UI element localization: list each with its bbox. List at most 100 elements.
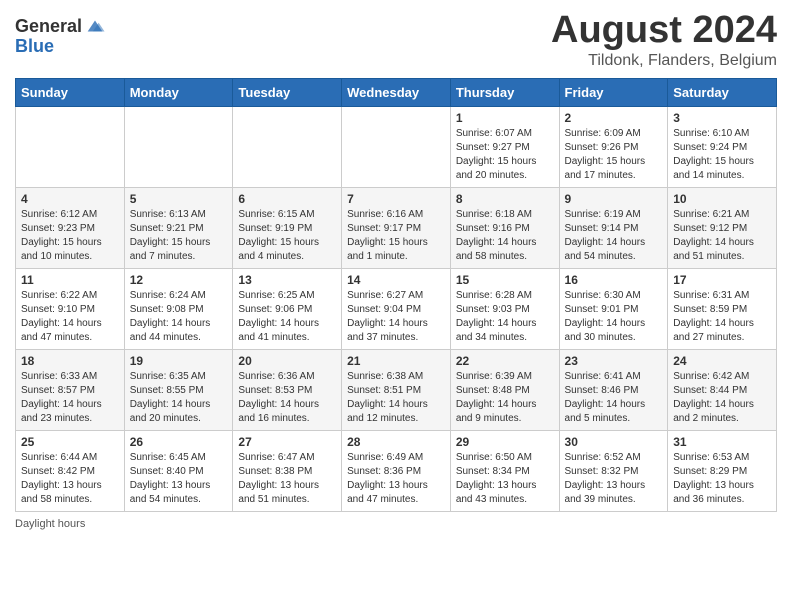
weekday-header-thursday: Thursday xyxy=(450,78,559,106)
day-info: Sunrise: 6:38 AM Sunset: 8:51 PM Dayligh… xyxy=(347,370,445,426)
weekday-header-saturday: Saturday xyxy=(668,78,777,106)
day-number: 22 xyxy=(456,354,554,368)
footer-note: Daylight hours xyxy=(15,518,777,530)
day-info: Sunrise: 6:50 AM Sunset: 8:34 PM Dayligh… xyxy=(456,451,554,507)
day-number: 25 xyxy=(21,435,119,449)
calendar-cell: 8 Sunrise: 6:18 AM Sunset: 9:16 PM Daylig… xyxy=(450,187,559,268)
weekday-header-sunday: Sunday xyxy=(16,78,125,106)
day-number: 19 xyxy=(130,354,228,368)
day-info: Sunrise: 6:24 AM Sunset: 9:08 PM Dayligh… xyxy=(130,289,228,345)
week-row-3: 11 Sunrise: 6:22 AM Sunset: 9:10 PM Dayli… xyxy=(16,268,777,349)
day-number: 17 xyxy=(673,273,771,287)
calendar-cell: 31Sunrise: 6:53 AM Sunset: 8:29 PM Dayli… xyxy=(668,430,777,511)
week-row-4: 18 Sunrise: 6:33 AM Sunset: 8:57 PM Dayli… xyxy=(16,349,777,430)
title-section: August 2024 Tildonk, Flanders, Belgium xyxy=(551,10,777,70)
week-row-2: 4 Sunrise: 6:12 AM Sunset: 9:23 PM Daylig… xyxy=(16,187,777,268)
calendar-cell: 13 Sunrise: 6:25 AM Sunset: 9:06 PM Dayli… xyxy=(233,268,342,349)
day-number: 13 xyxy=(238,273,336,287)
calendar-cell: 2Sunrise: 6:09 AM Sunset: 9:26 PM Daylig… xyxy=(559,106,668,187)
calendar-cell: 22 Sunrise: 6:39 AM Sunset: 8:48 PM Dayli… xyxy=(450,349,559,430)
calendar-cell: 17 Sunrise: 6:31 AM Sunset: 8:59 PM Dayli… xyxy=(668,268,777,349)
day-number: 8 xyxy=(456,192,554,206)
calendar-cell: 7Sunrise: 6:16 AM Sunset: 9:17 PM Daylig… xyxy=(342,187,451,268)
day-info: Sunrise: 6:15 AM Sunset: 9:19 PM Dayligh… xyxy=(238,208,336,264)
day-info: Sunrise: 6:39 AM Sunset: 8:48 PM Dayligh… xyxy=(456,370,554,426)
day-info: Sunrise: 6:44 AM Sunset: 8:42 PM Dayligh… xyxy=(21,451,119,507)
logo: General Blue xyxy=(15,15,106,57)
logo-blue: Blue xyxy=(15,36,54,56)
day-number: 21 xyxy=(347,354,445,368)
day-number: 18 xyxy=(21,354,119,368)
day-info: Sunrise: 6:10 AM Sunset: 9:24 PM Dayligh… xyxy=(673,127,771,183)
day-number: 30 xyxy=(565,435,663,449)
main-title: August 2024 xyxy=(551,10,777,52)
calendar-cell: 20Sunrise: 6:36 AM Sunset: 8:53 PM Dayli… xyxy=(233,349,342,430)
day-info: Sunrise: 6:30 AM Sunset: 9:01 PM Dayligh… xyxy=(565,289,663,345)
calendar-cell: 4 Sunrise: 6:12 AM Sunset: 9:23 PM Daylig… xyxy=(16,187,125,268)
day-info: Sunrise: 6:53 AM Sunset: 8:29 PM Dayligh… xyxy=(673,451,771,507)
calendar-cell: 29 Sunrise: 6:50 AM Sunset: 8:34 PM Dayli… xyxy=(450,430,559,511)
day-info: Sunrise: 6:25 AM Sunset: 9:06 PM Dayligh… xyxy=(238,289,336,345)
calendar-cell: 21 Sunrise: 6:38 AM Sunset: 8:51 PM Dayli… xyxy=(342,349,451,430)
day-number: 23 xyxy=(565,354,663,368)
calendar-cell: 26Sunrise: 6:45 AM Sunset: 8:40 PM Dayli… xyxy=(124,430,233,511)
week-row-5: 25 Sunrise: 6:44 AM Sunset: 8:42 PM Dayli… xyxy=(16,430,777,511)
day-number: 24 xyxy=(673,354,771,368)
day-info: Sunrise: 6:47 AM Sunset: 8:38 PM Dayligh… xyxy=(238,451,336,507)
day-info: Sunrise: 6:07 AM Sunset: 9:27 PM Dayligh… xyxy=(456,127,554,183)
calendar-cell: 9Sunrise: 6:19 AM Sunset: 9:14 PM Daylig… xyxy=(559,187,668,268)
calendar-cell: 28 Sunrise: 6:49 AM Sunset: 8:36 PM Dayli… xyxy=(342,430,451,511)
calendar-cell: 3Sunrise: 6:10 AM Sunset: 9:24 PM Daylig… xyxy=(668,106,777,187)
weekday-header-row: SundayMondayTuesdayWednesdayThursdayFrid… xyxy=(16,78,777,106)
day-number: 28 xyxy=(347,435,445,449)
day-info: Sunrise: 6:31 AM Sunset: 8:59 PM Dayligh… xyxy=(673,289,771,345)
day-number: 4 xyxy=(21,192,119,206)
day-info: Sunrise: 6:16 AM Sunset: 9:17 PM Dayligh… xyxy=(347,208,445,264)
day-info: Sunrise: 6:09 AM Sunset: 9:26 PM Dayligh… xyxy=(565,127,663,183)
day-number: 16 xyxy=(565,273,663,287)
calendar-cell: 15Sunrise: 6:28 AM Sunset: 9:03 PM Dayli… xyxy=(450,268,559,349)
weekday-header-friday: Friday xyxy=(559,78,668,106)
day-info: Sunrise: 6:13 AM Sunset: 9:21 PM Dayligh… xyxy=(130,208,228,264)
week-row-1: 1Sunrise: 6:07 AM Sunset: 9:27 PM Daylig… xyxy=(16,106,777,187)
day-info: Sunrise: 6:49 AM Sunset: 8:36 PM Dayligh… xyxy=(347,451,445,507)
day-number: 20 xyxy=(238,354,336,368)
day-info: Sunrise: 6:19 AM Sunset: 9:14 PM Dayligh… xyxy=(565,208,663,264)
calendar-cell: 12Sunrise: 6:24 AM Sunset: 9:08 PM Dayli… xyxy=(124,268,233,349)
calendar-cell: 30 Sunrise: 6:52 AM Sunset: 8:32 PM Dayli… xyxy=(559,430,668,511)
day-info: Sunrise: 6:52 AM Sunset: 8:32 PM Dayligh… xyxy=(565,451,663,507)
day-number: 27 xyxy=(238,435,336,449)
calendar-table: SundayMondayTuesdayWednesdayThursdayFrid… xyxy=(15,78,777,512)
day-number: 6 xyxy=(238,192,336,206)
calendar-cell: 14 Sunrise: 6:27 AM Sunset: 9:04 PM Dayli… xyxy=(342,268,451,349)
day-info: Sunrise: 6:28 AM Sunset: 9:03 PM Dayligh… xyxy=(456,289,554,345)
calendar-cell xyxy=(16,106,125,187)
calendar-cell: 24Sunrise: 6:42 AM Sunset: 8:44 PM Dayli… xyxy=(668,349,777,430)
calendar-cell: 16 Sunrise: 6:30 AM Sunset: 9:01 PM Dayli… xyxy=(559,268,668,349)
day-info: Sunrise: 6:33 AM Sunset: 8:57 PM Dayligh… xyxy=(21,370,119,426)
day-number: 29 xyxy=(456,435,554,449)
day-info: Sunrise: 6:12 AM Sunset: 9:23 PM Dayligh… xyxy=(21,208,119,264)
weekday-header-monday: Monday xyxy=(124,78,233,106)
day-info: Sunrise: 6:18 AM Sunset: 9:16 PM Dayligh… xyxy=(456,208,554,264)
calendar-cell: 5 Sunrise: 6:13 AM Sunset: 9:21 PM Daylig… xyxy=(124,187,233,268)
calendar-cell: 10 Sunrise: 6:21 AM Sunset: 9:12 PM Dayli… xyxy=(668,187,777,268)
logo-icon xyxy=(84,15,106,37)
calendar-cell xyxy=(233,106,342,187)
calendar-cell: 18 Sunrise: 6:33 AM Sunset: 8:57 PM Dayli… xyxy=(16,349,125,430)
calendar-cell: 6 Sunrise: 6:15 AM Sunset: 9:19 PM Daylig… xyxy=(233,187,342,268)
day-info: Sunrise: 6:27 AM Sunset: 9:04 PM Dayligh… xyxy=(347,289,445,345)
weekday-header-wednesday: Wednesday xyxy=(342,78,451,106)
day-number: 14 xyxy=(347,273,445,287)
day-info: Sunrise: 6:41 AM Sunset: 8:46 PM Dayligh… xyxy=(565,370,663,426)
day-number: 5 xyxy=(130,192,228,206)
day-number: 26 xyxy=(130,435,228,449)
day-number: 11 xyxy=(21,273,119,287)
day-number: 10 xyxy=(673,192,771,206)
calendar-cell: 1Sunrise: 6:07 AM Sunset: 9:27 PM Daylig… xyxy=(450,106,559,187)
day-info: Sunrise: 6:21 AM Sunset: 9:12 PM Dayligh… xyxy=(673,208,771,264)
day-info: Sunrise: 6:35 AM Sunset: 8:55 PM Dayligh… xyxy=(130,370,228,426)
subtitle: Tildonk, Flanders, Belgium xyxy=(551,52,777,70)
day-info: Sunrise: 6:22 AM Sunset: 9:10 PM Dayligh… xyxy=(21,289,119,345)
calendar-cell: 25 Sunrise: 6:44 AM Sunset: 8:42 PM Dayli… xyxy=(16,430,125,511)
